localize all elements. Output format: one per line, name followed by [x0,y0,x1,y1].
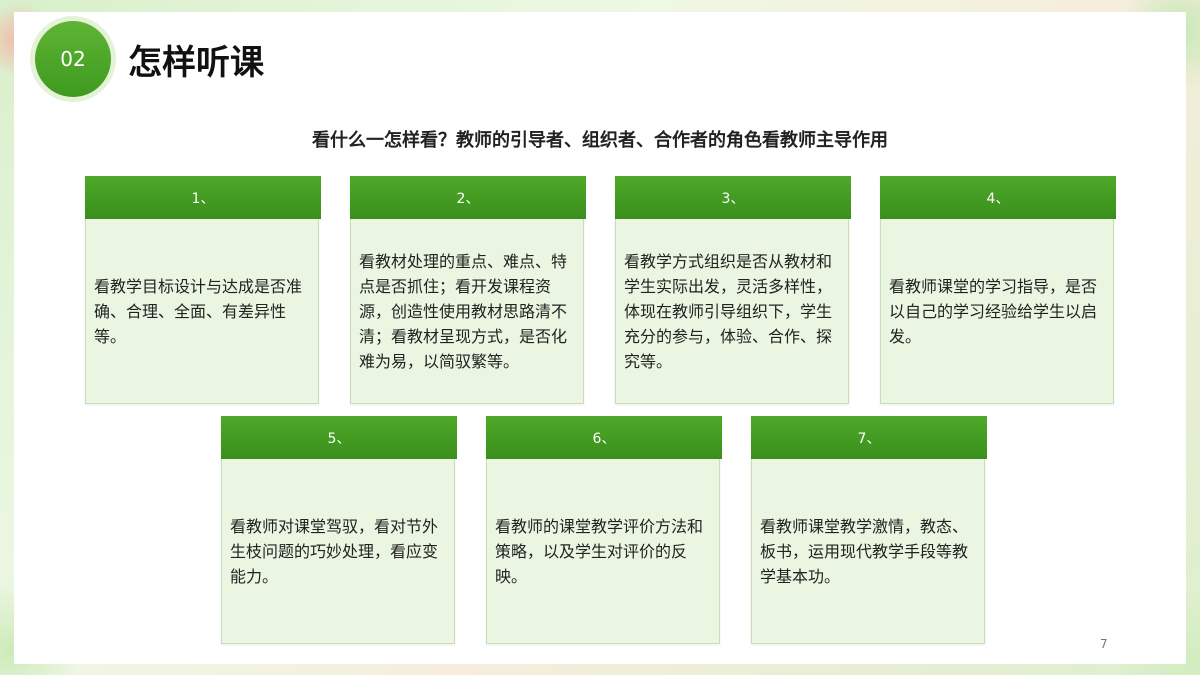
section-badge: 02 [30,16,116,102]
card-7: 7、 看教师课堂教学激情，教态、板书，运用现代教学手段等教学基本功。 [751,416,987,644]
card-4: 4、 看教师课堂的学习指导，是否以自己的学习经验给学生以启发。 [880,176,1116,404]
card-6: 6、 看教师的课堂教学评价方法和策略，以及学生对评价的反映。 [486,416,722,644]
page-subtitle: 看什么一怎样看？教师的引导者、组织者、合作者的角色看教师主导作用 [312,130,888,151]
card-text: 看教学方式组织是否从教材和学生实际出发，灵活多样性，体现在教师引导组织下，学生充… [624,251,833,371]
card-text: 看教师课堂教学激情，教态、板书，运用现代教学手段等教学基本功。 [760,516,969,586]
section-number: 02 [35,21,111,97]
card-header: 3、 [615,176,851,219]
card-text: 看教师对课堂驾驭，看对节外生枝问题的巧妙处理，看应变能力。 [230,516,439,586]
card-text: 看教学目标设计与达成是否准确、合理、全面、有差异性等。 [94,276,303,346]
page-number: 7 [1100,637,1108,651]
page-title: 怎样听课 [128,43,264,83]
card-header: 7、 [751,416,987,459]
card-text: 看教师的课堂教学评价方法和策略，以及学生对评价的反映。 [495,516,704,586]
card-1: 1、 看教学目标设计与达成是否准确、合理、全面、有差异性等。 [85,176,321,404]
card-2: 2、 看教材处理的重点、难点、特点是否抓住；看开发课程资源，创造性使用教材思路清… [350,176,586,404]
card-header: 1、 [85,176,321,219]
card-header: 6、 [486,416,722,459]
card-header: 2、 [350,176,586,219]
card-header: 5、 [221,416,457,459]
card-5: 5、 看教师对课堂驾驭，看对节外生枝问题的巧妙处理，看应变能力。 [221,416,457,644]
card-text: 看教材处理的重点、难点、特点是否抓住；看开发课程资源，创造性使用教材思路清不清；… [359,251,568,371]
card-3: 3、 看教学方式组织是否从教材和学生实际出发，灵活多样性，体现在教师引导组织下，… [615,176,851,404]
card-header: 4、 [880,176,1116,219]
card-text: 看教师课堂的学习指导，是否以自己的学习经验给学生以启发。 [889,276,1098,346]
